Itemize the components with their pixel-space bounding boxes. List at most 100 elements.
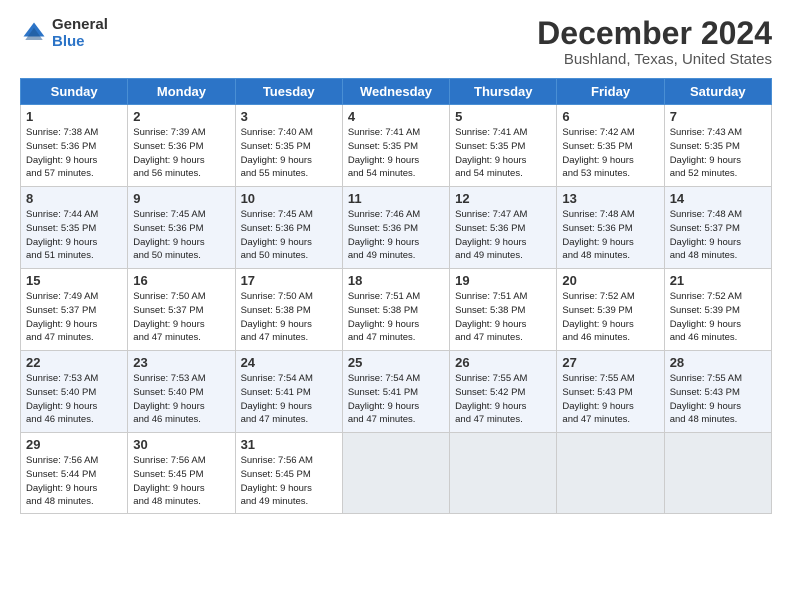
day-number: 23	[133, 355, 229, 370]
day-info: Sunrise: 7:55 AMSunset: 5:43 PMDaylight:…	[670, 372, 766, 427]
logo-line2: Blue	[52, 33, 108, 50]
day-cell-29: 29Sunrise: 7:56 AMSunset: 5:44 PMDayligh…	[21, 433, 128, 514]
day-info: Sunrise: 7:49 AMSunset: 5:37 PMDaylight:…	[26, 290, 122, 345]
week-row-1: 1 Sunrise: 7:38 AMSunset: 5:36 PMDaylight…	[21, 105, 772, 187]
day-info: Sunrise: 7:53 AMSunset: 5:40 PMDaylight:…	[26, 372, 122, 427]
calendar-body: 1 Sunrise: 7:38 AMSunset: 5:36 PMDaylight…	[21, 105, 772, 514]
empty-cell	[450, 433, 557, 514]
day-number: 3	[241, 109, 337, 124]
week-row-3: 15 Sunrise: 7:49 AMSunset: 5:37 PMDayligh…	[21, 269, 772, 351]
week-row-4: 22 Sunrise: 7:53 AMSunset: 5:40 PMDayligh…	[21, 351, 772, 433]
day-number: 30	[133, 437, 229, 452]
day-cell-24: 24 Sunrise: 7:54 AMSunset: 5:41 PMDayligh…	[235, 351, 342, 433]
calendar-table: SundayMondayTuesdayWednesdayThursdayFrid…	[20, 78, 772, 514]
day-number: 25	[348, 355, 444, 370]
day-cell-20: 20 Sunrise: 7:52 AMSunset: 5:39 PMDayligh…	[557, 269, 664, 351]
day-number: 6	[562, 109, 658, 124]
day-number: 2	[133, 109, 229, 124]
day-cell-14: 14Sunrise: 7:48 AMSunset: 5:37 PMDayligh…	[664, 187, 771, 269]
title-area: December 2024 Bushland, Texas, United St…	[537, 16, 772, 68]
day-info: Sunrise: 7:38 AMSunset: 5:36 PMDaylight:…	[26, 126, 122, 181]
day-number: 17	[241, 273, 337, 288]
header: General Blue December 2024 Bushland, Tex…	[20, 16, 772, 68]
day-header-tuesday: Tuesday	[235, 79, 342, 105]
day-number: 5	[455, 109, 551, 124]
day-header-friday: Friday	[557, 79, 664, 105]
day-cell-21: 21 Sunrise: 7:52 AMSunset: 5:39 PMDayligh…	[664, 269, 771, 351]
day-info: Sunrise: 7:55 AMSunset: 5:43 PMDaylight:…	[562, 372, 658, 427]
day-number: 10	[241, 191, 337, 206]
day-info: Sunrise: 7:41 AMSunset: 5:35 PMDaylight:…	[455, 126, 551, 181]
day-number: 22	[26, 355, 122, 370]
day-cell-31: 31Sunrise: 7:56 AMSunset: 5:45 PMDayligh…	[235, 433, 342, 514]
day-cell-10: 10Sunrise: 7:45 AMSunset: 5:36 PMDayligh…	[235, 187, 342, 269]
day-info: Sunrise: 7:47 AMSunset: 5:36 PMDaylight:…	[455, 208, 551, 263]
empty-cell	[557, 433, 664, 514]
day-number: 15	[26, 273, 122, 288]
day-info: Sunrise: 7:53 AMSunset: 5:40 PMDaylight:…	[133, 372, 229, 427]
day-cell-16: 16 Sunrise: 7:50 AMSunset: 5:37 PMDayligh…	[128, 269, 235, 351]
day-number: 21	[670, 273, 766, 288]
day-number: 27	[562, 355, 658, 370]
week-row-5: 29Sunrise: 7:56 AMSunset: 5:44 PMDayligh…	[21, 433, 772, 514]
day-number: 4	[348, 109, 444, 124]
location: Bushland, Texas, United States	[537, 51, 772, 68]
day-cell-2: 2 Sunrise: 7:39 AMSunset: 5:36 PMDaylight…	[128, 105, 235, 187]
day-number: 31	[241, 437, 337, 452]
logo-icon	[20, 19, 48, 47]
day-number: 28	[670, 355, 766, 370]
day-info: Sunrise: 7:46 AMSunset: 5:36 PMDaylight:…	[348, 208, 444, 263]
day-info: Sunrise: 7:54 AMSunset: 5:41 PMDaylight:…	[348, 372, 444, 427]
day-number: 8	[26, 191, 122, 206]
day-cell-25: 25 Sunrise: 7:54 AMSunset: 5:41 PMDayligh…	[342, 351, 449, 433]
day-number: 18	[348, 273, 444, 288]
day-number: 24	[241, 355, 337, 370]
day-number: 19	[455, 273, 551, 288]
day-info: Sunrise: 7:54 AMSunset: 5:41 PMDaylight:…	[241, 372, 337, 427]
day-info: Sunrise: 7:55 AMSunset: 5:42 PMDaylight:…	[455, 372, 551, 427]
day-info: Sunrise: 7:51 AMSunset: 5:38 PMDaylight:…	[455, 290, 551, 345]
day-cell-22: 22 Sunrise: 7:53 AMSunset: 5:40 PMDayligh…	[21, 351, 128, 433]
day-cell-23: 23 Sunrise: 7:53 AMSunset: 5:40 PMDayligh…	[128, 351, 235, 433]
day-info: Sunrise: 7:40 AMSunset: 5:35 PMDaylight:…	[241, 126, 337, 181]
day-cell-26: 26Sunrise: 7:55 AMSunset: 5:42 PMDayligh…	[450, 351, 557, 433]
day-cell-18: 18Sunrise: 7:51 AMSunset: 5:38 PMDayligh…	[342, 269, 449, 351]
day-info: Sunrise: 7:56 AMSunset: 5:44 PMDaylight:…	[26, 454, 122, 509]
day-info: Sunrise: 7:52 AMSunset: 5:39 PMDaylight:…	[562, 290, 658, 345]
day-number: 14	[670, 191, 766, 206]
day-header-wednesday: Wednesday	[342, 79, 449, 105]
day-info: Sunrise: 7:43 AMSunset: 5:35 PMDaylight:…	[670, 126, 766, 181]
day-cell-9: 9Sunrise: 7:45 AMSunset: 5:36 PMDaylight…	[128, 187, 235, 269]
day-number: 20	[562, 273, 658, 288]
day-info: Sunrise: 7:39 AMSunset: 5:36 PMDaylight:…	[133, 126, 229, 181]
day-info: Sunrise: 7:52 AMSunset: 5:39 PMDaylight:…	[670, 290, 766, 345]
month-title: December 2024	[537, 16, 772, 51]
day-header-sunday: Sunday	[21, 79, 128, 105]
day-info: Sunrise: 7:42 AMSunset: 5:35 PMDaylight:…	[562, 126, 658, 181]
day-cell-30: 30 Sunrise: 7:56 AMSunset: 5:45 PMDayligh…	[128, 433, 235, 514]
day-header-saturday: Saturday	[664, 79, 771, 105]
day-cell-4: 4 Sunrise: 7:41 AMSunset: 5:35 PMDaylight…	[342, 105, 449, 187]
day-number: 1	[26, 109, 122, 124]
day-cell-6: 6 Sunrise: 7:42 AMSunset: 5:35 PMDaylight…	[557, 105, 664, 187]
day-cell-28: 28 Sunrise: 7:55 AMSunset: 5:43 PMDayligh…	[664, 351, 771, 433]
day-cell-15: 15 Sunrise: 7:49 AMSunset: 5:37 PMDayligh…	[21, 269, 128, 351]
day-cell-11: 11Sunrise: 7:46 AMSunset: 5:36 PMDayligh…	[342, 187, 449, 269]
logo-line1: General	[52, 16, 108, 33]
day-number: 16	[133, 273, 229, 288]
day-number: 13	[562, 191, 658, 206]
day-cell-17: 17 Sunrise: 7:50 AMSunset: 5:38 PMDayligh…	[235, 269, 342, 351]
day-cell-1: 1 Sunrise: 7:38 AMSunset: 5:36 PMDaylight…	[21, 105, 128, 187]
day-info: Sunrise: 7:56 AMSunset: 5:45 PMDaylight:…	[133, 454, 229, 509]
empty-cell	[664, 433, 771, 514]
day-cell-19: 19 Sunrise: 7:51 AMSunset: 5:38 PMDayligh…	[450, 269, 557, 351]
day-cell-27: 27 Sunrise: 7:55 AMSunset: 5:43 PMDayligh…	[557, 351, 664, 433]
day-info: Sunrise: 7:50 AMSunset: 5:38 PMDaylight:…	[241, 290, 337, 345]
day-cell-5: 5 Sunrise: 7:41 AMSunset: 5:35 PMDaylight…	[450, 105, 557, 187]
day-info: Sunrise: 7:50 AMSunset: 5:37 PMDaylight:…	[133, 290, 229, 345]
logo: General Blue	[20, 16, 108, 50]
day-number: 7	[670, 109, 766, 124]
day-info: Sunrise: 7:41 AMSunset: 5:35 PMDaylight:…	[348, 126, 444, 181]
calendar-header-row: SundayMondayTuesdayWednesdayThursdayFrid…	[21, 79, 772, 105]
empty-cell	[342, 433, 449, 514]
